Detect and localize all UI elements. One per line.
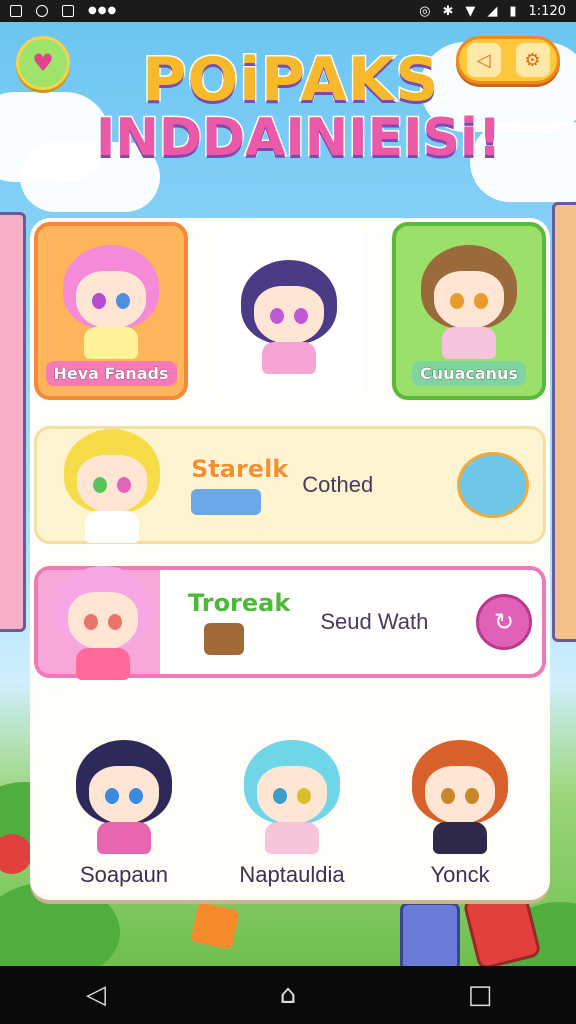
vending-machine-decoration bbox=[400, 902, 460, 966]
character-avatar bbox=[234, 256, 344, 376]
character-avatar bbox=[405, 736, 515, 856]
box-icon bbox=[204, 623, 244, 655]
menu-row-1[interactable]: Starelk Cothed bbox=[34, 426, 546, 544]
more-dots-icon: ●●● bbox=[88, 5, 118, 16]
bluetooth-icon: ✱ bbox=[442, 3, 454, 19]
signal-icon: ◢ bbox=[487, 3, 498, 19]
character-name: Yonck bbox=[430, 862, 490, 887]
notification-icon bbox=[10, 5, 22, 17]
character-avatar bbox=[56, 241, 166, 361]
battery-icon: ▮ bbox=[509, 3, 517, 19]
back-button[interactable]: ◁ bbox=[66, 980, 126, 1010]
row-subtitle: Cothed bbox=[302, 472, 374, 497]
character-card-3[interactable]: Cuuacanus bbox=[392, 222, 546, 400]
status-bar: ●●● ◎ ✱ ▼ ◢ ▮ 1:120 bbox=[0, 0, 576, 22]
character-card-2[interactable] bbox=[214, 222, 364, 400]
character-label: Cuuacanus bbox=[412, 361, 526, 386]
game-title: POiPAKS INDDAINIEISi! bbox=[95, 45, 504, 168]
character-card-4[interactable]: Soapaun bbox=[44, 700, 204, 896]
building-right bbox=[552, 202, 576, 642]
status-left-icons: ●●● bbox=[10, 5, 117, 17]
character-panel: Heva Fanads Cuuacanus Starelk Cothed Tro… bbox=[30, 218, 550, 900]
status-right-icons: ◎ ✱ ▼ ◢ ▮ 1:120 bbox=[419, 4, 566, 19]
home-heart-button[interactable]: ♥ bbox=[16, 36, 70, 90]
row-avatar bbox=[48, 562, 158, 682]
character-card-5[interactable]: Naptauldia bbox=[212, 700, 372, 896]
key-icon bbox=[191, 489, 261, 515]
title-line-2: INDDAINIEISi! bbox=[95, 108, 504, 168]
play-button[interactable]: ↻ bbox=[476, 594, 532, 650]
sync-icon bbox=[36, 5, 48, 17]
alarm-icon: ◎ bbox=[419, 3, 431, 19]
character-label: Heva Fanads bbox=[45, 361, 177, 386]
row-avatar bbox=[57, 425, 167, 545]
row-title: Starelk bbox=[190, 454, 289, 484]
status-time: 1:120 bbox=[528, 3, 566, 19]
settings-icon[interactable]: ⚙ bbox=[515, 43, 550, 77]
sd-card-icon bbox=[62, 5, 74, 17]
recents-button[interactable]: □ bbox=[450, 980, 510, 1010]
character-name: Naptauldia bbox=[239, 862, 345, 887]
character-avatar bbox=[414, 241, 524, 361]
toy-block-decoration bbox=[190, 902, 240, 950]
character-name: Soapaun bbox=[79, 862, 169, 887]
title-line-1: POiPAKS bbox=[141, 45, 440, 115]
character-card-1[interactable]: Heva Fanads bbox=[34, 222, 188, 400]
row-title-block: Starelk bbox=[190, 454, 289, 515]
row-title-block: Troreak bbox=[187, 588, 291, 655]
building-left bbox=[0, 212, 26, 632]
row-title: Troreak bbox=[187, 588, 291, 618]
character-avatar bbox=[69, 736, 179, 856]
home-button[interactable]: ⌂ bbox=[258, 980, 318, 1010]
row-subtitle: Seud Wath bbox=[320, 609, 429, 634]
system-nav-bar: ◁ ⌂ □ bbox=[0, 966, 576, 1024]
play-icon: ↻ bbox=[493, 608, 515, 636]
home-heart-icon: ♥ bbox=[32, 49, 54, 77]
character-avatar bbox=[237, 736, 347, 856]
character-card-6[interactable]: Yonck bbox=[380, 700, 540, 896]
bubble-icon bbox=[457, 452, 529, 518]
wifi-icon: ▼ bbox=[465, 3, 476, 19]
menu-row-2[interactable]: Troreak Seud Wath ↻ bbox=[34, 566, 546, 680]
